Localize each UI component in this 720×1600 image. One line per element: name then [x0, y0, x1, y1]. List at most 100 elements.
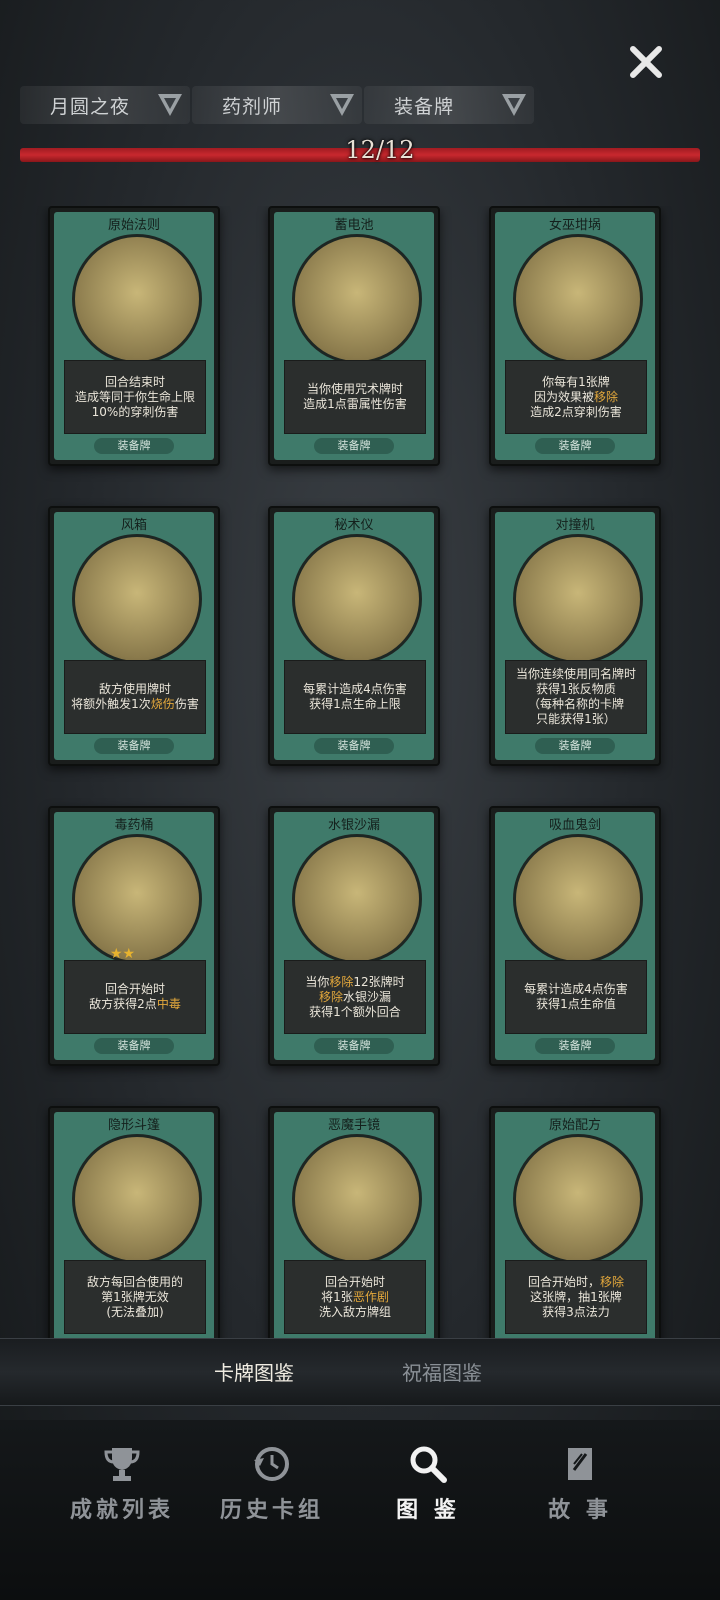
card-type-label: 装备牌	[314, 738, 394, 754]
card-title: 恶魔手镜	[327, 1118, 380, 1133]
card-description: 每累计造成4点伤害 获得1点生命上限	[284, 660, 426, 734]
card-frame: 蓄电池 当你使用咒术牌时 造成1点雷属性伤害 装备牌	[274, 212, 434, 460]
card-description-line: 获得1点生命值	[536, 997, 616, 1011]
equipment-card[interactable]: 风箱敌方使用牌时 将额外触发1次烧伤伤害 装备牌	[48, 506, 220, 766]
card-description-line: 当你连续使用同名牌时	[515, 667, 636, 681]
nav-history-deck-label: 历史卡组	[219, 1498, 324, 1523]
card-description-line: 当你移除12张牌时	[305, 974, 405, 989]
equipment-card[interactable]: 水银沙漏 当你移除12张牌时 移除水银沙漏 获得1个额外回合 装备牌	[268, 806, 440, 1066]
card-description-line: (无法叠加)	[106, 1304, 164, 1319]
tab-card-collection[interactable]: 卡牌图鉴	[214, 1357, 294, 1386]
card-description-line: 你每有1张牌	[542, 374, 610, 389]
dropdown-arrow-icon	[502, 94, 526, 116]
card-art-image	[292, 234, 422, 364]
equipment-card[interactable]: 秘术仪 每累计造成4点伤害 获得1点生命上限 装备牌	[268, 506, 440, 766]
card-description-line: 回合开始时，移除	[527, 1274, 625, 1289]
card-description-line: 这张牌，抽1张牌	[530, 1289, 622, 1304]
book-icon	[568, 1448, 592, 1480]
nav-achievements-label: 成就列表	[69, 1498, 174, 1523]
bottom-nav: 成就列表 历史卡组 图 鉴 故 事	[0, 1420, 720, 1600]
filter-class[interactable]: 药剂师	[192, 86, 362, 124]
card-grid: 原始法则 回合结束时 造成等同于你生命上限 10%的穿刺伤害 装备牌 蓄电池 当你使用咒术牌…	[0, 206, 720, 1346]
card-frame: 吸血鬼剑 每累计造成4点伤害 获得1点生命值 装备牌	[495, 812, 655, 1060]
nav-story-label: 故 事	[548, 1498, 612, 1523]
card-description-line: 将额外触发1次烧伤伤害	[71, 697, 199, 711]
card-description-line: 造成等同于你生命上限	[74, 389, 195, 404]
card-type-label: 装备牌	[535, 438, 615, 454]
card-description-line: 回合结束时	[104, 374, 165, 389]
equipment-card[interactable]: 女巫坩埚你每有1张牌 因为效果被移除 造成2点穿刺伤害装备牌	[489, 206, 661, 466]
card-type-label: 装备牌	[94, 1038, 174, 1054]
close-button[interactable]	[624, 40, 668, 84]
card-description: 回合开始时 将1张恶作剧 洗入敌方牌组	[284, 1260, 426, 1334]
card-description: 当你移除12张牌时 移除水银沙漏 获得1个额外回合	[284, 960, 426, 1034]
nav-collection[interactable]: 图 鉴	[358, 1444, 498, 1524]
card-description-line: 因为效果被移除	[533, 389, 619, 404]
filter-card-type[interactable]: 装备牌	[364, 86, 534, 124]
card-description-line: 回合开始时	[104, 982, 165, 996]
nav-story[interactable]: 故 事	[510, 1444, 650, 1524]
trophy-icon	[104, 1448, 140, 1481]
card-title: 原始配方	[548, 1118, 601, 1133]
card-type-label: 装备牌	[94, 738, 174, 754]
card-description-line: 当你使用咒术牌时	[306, 382, 403, 396]
card-frame: 恶魔手镜回合开始时将1张恶作剧洗入敌方牌组装备牌	[274, 1112, 434, 1346]
equipment-card[interactable]: 对撞机 当你连续使用同名牌时 获得1张反物质 （每种名称的卡牌 只能获得1张） 装备牌	[489, 506, 661, 766]
tab-blessing-collection[interactable]: 祝福图鉴	[402, 1357, 482, 1386]
card-description: 当你连续使用同名牌时 获得1张反物质 （每种名称的卡牌 只能获得1张）	[505, 660, 647, 734]
equipment-card[interactable]: 毒药桶 ★★ 回合开始时 敌方获得2点中毒 装备牌	[48, 806, 220, 1066]
card-description: 当你使用咒术牌时 造成1点雷属性伤害	[284, 360, 426, 434]
card-title: 水银沙漏	[327, 818, 380, 833]
card-description: 每累计造成4点伤害 获得1点生命值	[505, 960, 647, 1034]
card-frame: 隐形斗篷敌方每回合使用的第1张牌无效(无法叠加)装备牌	[54, 1112, 214, 1346]
card-description-line: 第1张牌无效	[101, 1289, 169, 1304]
magnifier-icon	[410, 1446, 447, 1483]
card-art-image	[513, 834, 643, 964]
equipment-card[interactable]: 蓄电池 当你使用咒术牌时 造成1点雷属性伤害 装备牌	[268, 206, 440, 466]
dropdown-arrow-icon	[158, 94, 182, 116]
nav-achievements[interactable]: 成就列表	[52, 1444, 192, 1524]
card-art-image	[292, 534, 422, 664]
card-type-label: 装备牌	[94, 438, 174, 454]
filter-card-type-label: 装备牌	[394, 95, 455, 118]
card-description-line: 10%的穿刺伤害	[91, 404, 179, 419]
card-art-image	[72, 1134, 202, 1264]
card-frame: 原始配方回合开始时，移除这张牌，抽1张牌获得3点法力装备牌	[495, 1112, 655, 1346]
equipment-card[interactable]: 原始法则回合结束时 造成等同于你生命上限 10%的穿刺伤害 装备牌	[48, 206, 220, 466]
filter-mode-label: 月圆之夜	[50, 95, 131, 118]
card-description-line: 将1张恶作剧	[321, 1289, 389, 1304]
equipment-card[interactable]: 隐形斗篷敌方每回合使用的第1张牌无效(无法叠加)装备牌	[48, 1106, 220, 1346]
card-frame: 毒药桶 ★★ 回合开始时 敌方获得2点中毒 装备牌	[54, 812, 214, 1060]
card-title: 风箱	[120, 518, 147, 533]
nav-history-deck[interactable]: 历史卡组	[202, 1444, 342, 1524]
card-description-line: 敌方每回合使用的	[86, 1274, 183, 1289]
card-art-image	[513, 1134, 643, 1264]
card-description: 敌方每回合使用的 第1张牌无效 (无法叠加)	[64, 1260, 206, 1334]
nav-collection-label: 图 鉴	[396, 1498, 460, 1523]
card-description-line: 移除水银沙漏	[318, 989, 392, 1004]
card-title: 女巫坩埚	[548, 218, 601, 233]
dropdown-arrow-icon	[330, 94, 354, 116]
equipment-card[interactable]: 吸血鬼剑 每累计造成4点伤害 获得1点生命值 装备牌	[489, 806, 661, 1066]
card-description-line: 获得3点法力	[542, 1304, 610, 1319]
card-description-line: 洗入敌方牌组	[318, 1304, 391, 1319]
equipment-card[interactable]: 恶魔手镜回合开始时将1张恶作剧洗入敌方牌组装备牌	[268, 1106, 440, 1346]
card-title: 原始法则	[107, 218, 160, 233]
card-description-line: 只能获得1张）	[536, 712, 616, 726]
card-description-line: 敌方获得2点中毒	[89, 997, 181, 1011]
card-type-label: 装备牌	[535, 1038, 615, 1054]
card-frame: 原始法则回合结束时 造成等同于你生命上限 10%的穿刺伤害 装备牌	[54, 212, 214, 460]
filter-mode[interactable]: 月圆之夜	[20, 86, 190, 124]
history-icon	[254, 1447, 289, 1481]
card-art-image	[513, 534, 643, 664]
card-description: 你每有1张牌 因为效果被移除 造成2点穿刺伤害	[505, 360, 647, 434]
card-description-line: 获得1张反物质	[536, 682, 616, 696]
filter-bar: 月圆之夜 药剂师 装备牌	[20, 86, 700, 126]
card-title: 蓄电池	[334, 218, 374, 233]
equipment-card[interactable]: 原始配方回合开始时，移除这张牌，抽1张牌获得3点法力装备牌	[489, 1106, 661, 1346]
card-description-line: 回合开始时	[324, 1274, 385, 1289]
card-description-line: 每累计造成4点伤害	[303, 682, 407, 696]
card-description-line: 敌方使用牌时	[98, 682, 171, 696]
card-frame: 秘术仪 每累计造成4点伤害 获得1点生命上限 装备牌	[274, 512, 434, 760]
card-frame: 水银沙漏 当你移除12张牌时 移除水银沙漏 获得1个额外回合 装备牌	[274, 812, 434, 1060]
